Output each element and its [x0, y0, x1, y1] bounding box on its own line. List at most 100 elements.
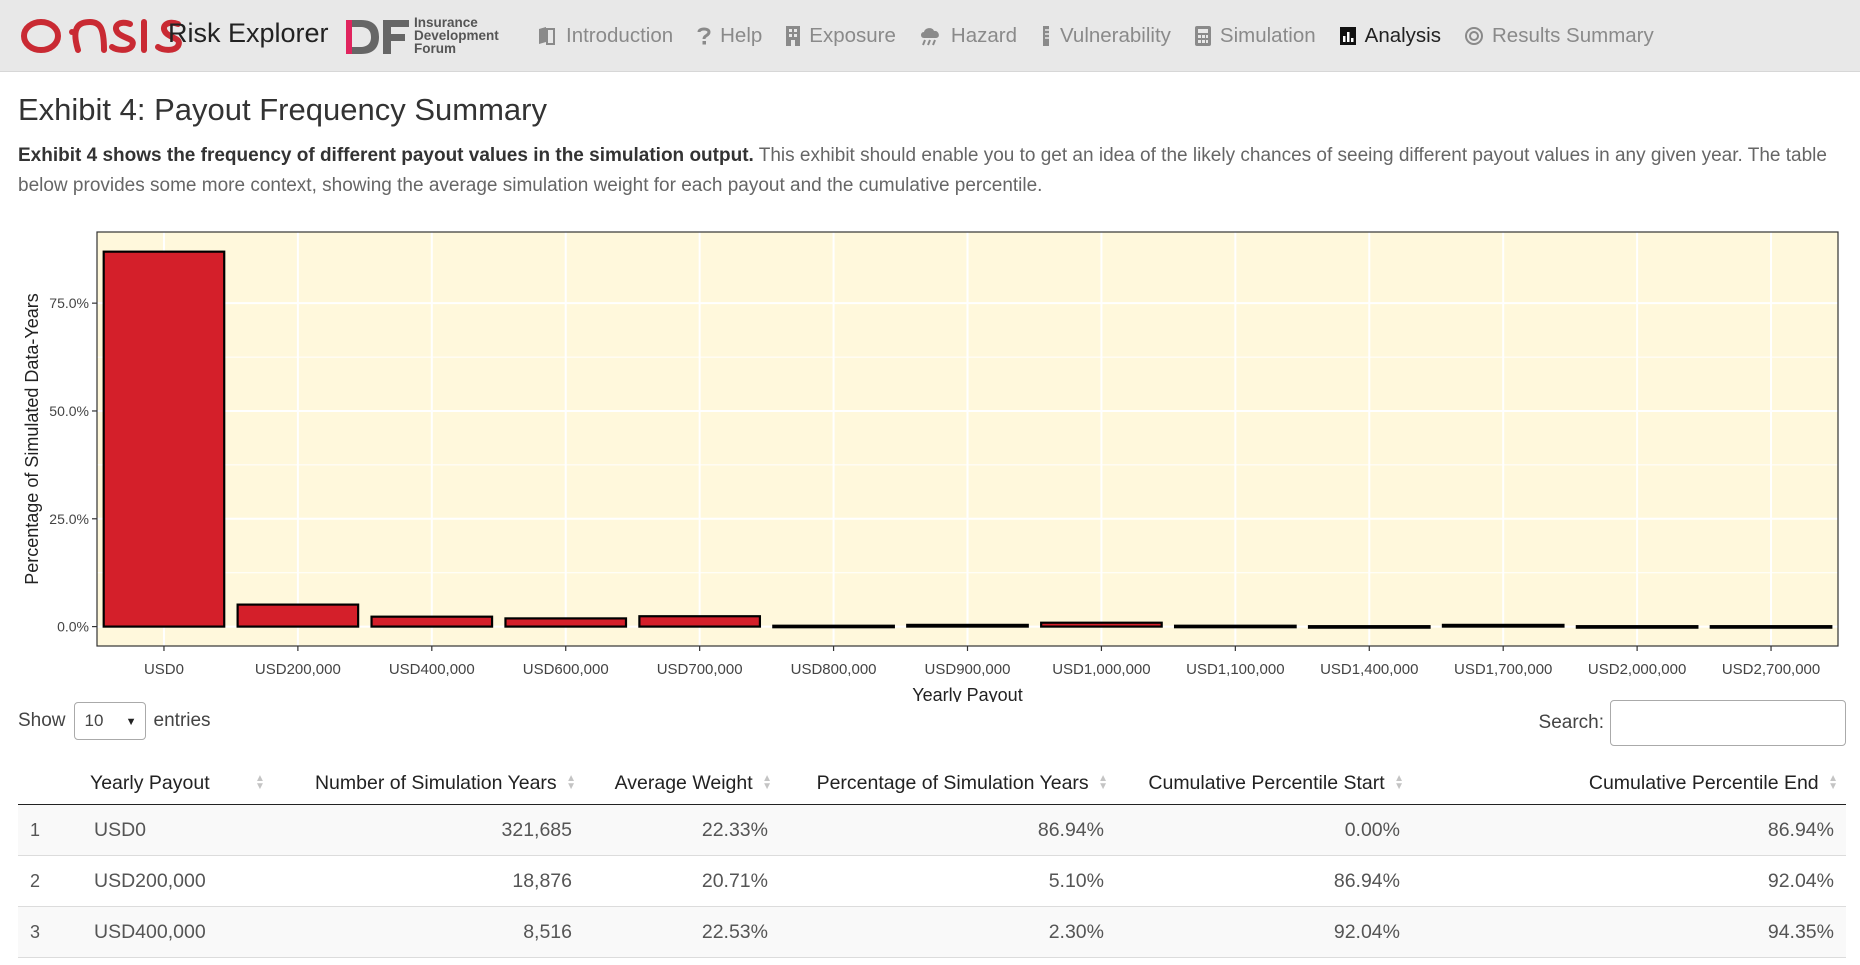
bar-usd600-000 [504, 617, 628, 628]
navbar: Risk Explorer Insurance Development Foru… [0, 0, 1860, 72]
x-tick-label: USD1,700,000 [1454, 661, 1552, 678]
cell-percentile-start: 86.94% [1116, 855, 1412, 907]
y-axis-title: Percentage of Simulated Data-Years [22, 293, 42, 585]
show-entries-control: Show 10 ▼ entries [18, 702, 211, 740]
header-percentile-end[interactable]: Cumulative Percentile End ▲ ▼ [1412, 762, 1846, 805]
bar-usd200-000 [236, 603, 360, 628]
x-tick-label: USD800,000 [791, 661, 877, 678]
x-tick-label: USD1,000,000 [1052, 661, 1150, 678]
nav-vulnerability[interactable]: Vulnerability [1040, 24, 1171, 48]
cell-average-weight: 22.53% [584, 906, 780, 958]
header-average-weight[interactable]: Average Weight ▲ ▼ [584, 762, 780, 805]
sort-icon: ▲ ▼ [1394, 773, 1404, 793]
nav-label: Simulation [1219, 24, 1316, 47]
oasis-logo[interactable] [20, 14, 182, 58]
x-axis-title: Yearly Payout [912, 685, 1022, 702]
sort-icon: ▲ ▼ [1828, 773, 1838, 793]
cell-percentile-start: 92.04% [1116, 906, 1412, 958]
nav-label: Hazard [950, 24, 1017, 47]
nav-introduction[interactable]: Introduction [536, 24, 673, 48]
cell-percentile-end: 86.94% [1412, 804, 1846, 856]
nav-hazard[interactable]: Hazard [919, 24, 1017, 48]
x-tick-label: USD2,700,000 [1722, 661, 1820, 678]
payout-table: Yearly Payout ▲ ▼ Number of Simulation Ye… [18, 762, 1846, 958]
bar-usd1-100-000 [1173, 624, 1297, 629]
header-yearly-payout[interactable]: Yearly Payout ▲ ▼ [82, 762, 278, 805]
idf-text-line: Forum [414, 41, 456, 56]
sort-icon: ▲ ▼ [1098, 773, 1108, 793]
cell-simulation-years: 18,876 [278, 855, 584, 907]
header-label: Yearly Payout [90, 771, 210, 794]
building-icon [785, 25, 801, 47]
intro-paragraph: Exhibit 4 shows the frequency of differe… [18, 141, 1848, 201]
entries-label: entries [153, 710, 211, 731]
row-index: 2 [18, 855, 82, 907]
header-percentage-years[interactable]: Percentage of Simulation Years ▲ ▼ [780, 762, 1116, 805]
cell-percentile-end: 94.35% [1412, 906, 1846, 958]
table-row[interactable]: 3 USD400,000 8,516 22.53% 2.30% 92.04% 9… [18, 906, 1846, 958]
entries-length-select[interactable]: 10 ▼ [73, 702, 146, 740]
bar-usd1-000-000 [1040, 621, 1163, 628]
idf-logo-text: Insurance Development Forum [414, 16, 499, 56]
bullseye-icon [1464, 26, 1484, 46]
nav-label: Results Summary [1491, 24, 1654, 47]
x-tick-label: USD200,000 [255, 661, 341, 678]
header-label: Cumulative Percentile End [1588, 771, 1819, 794]
nav-label: Help [720, 24, 763, 47]
question-icon [696, 25, 712, 47]
bar-usd700-000 [638, 615, 762, 628]
header-simulation-years[interactable]: Number of Simulation Years ▲ ▼ [278, 762, 584, 805]
storm-cloud-icon [919, 25, 943, 47]
x-tick-label: USD600,000 [523, 661, 609, 678]
nav-analysis[interactable]: Analysis [1339, 24, 1441, 48]
table-row[interactable]: 1 USD0 321,685 22.33% 86.94% 0.00% 86.94… [18, 804, 1846, 856]
x-tick-label: USD2,000,000 [1588, 661, 1686, 678]
cell-percentage-years: 5.10% [780, 855, 1116, 907]
x-tick-label: USD900,000 [925, 661, 1011, 678]
bar-chart-icon [1339, 26, 1357, 46]
header-percentile-start[interactable]: Cumulative Percentile Start ▲ ▼ [1116, 762, 1412, 805]
x-tick-label: USD400,000 [389, 661, 475, 678]
cell-average-weight: 22.33% [584, 804, 780, 856]
cell-simulation-years: 8,516 [278, 906, 584, 958]
y-tick-label: 0.0% [57, 619, 89, 635]
nav-exposure[interactable]: Exposure [785, 24, 896, 48]
length-value: 10 [84, 711, 104, 730]
nav-results-summary[interactable]: Results Summary [1464, 24, 1654, 48]
bar-usd800-000 [772, 624, 895, 629]
bar-usd400-000 [370, 615, 494, 628]
nav-label: Introduction [566, 24, 674, 47]
bar-usd1-400-000 [1307, 625, 1431, 629]
x-tick-label: USD0 [144, 661, 184, 678]
calculator-icon [1194, 25, 1212, 47]
bar-usd2-000-000 [1575, 625, 1699, 629]
book-icon [536, 25, 558, 47]
index-header [18, 762, 82, 805]
cell-percentage-years: 2.30% [780, 906, 1116, 958]
header-label: Number of Simulation Years [314, 771, 557, 794]
search-label: Search: [1538, 712, 1604, 733]
payout-frequency-chart: 0.0% 25.0% 50.0% 75.0% USD0 USD200,000 USD400,… [22, 231, 1839, 702]
cell-yearly-payout: USD0 [82, 804, 278, 856]
cell-yearly-payout: USD400,000 [82, 906, 278, 958]
row-index: 1 [18, 804, 82, 856]
y-tick-label: 25.0% [49, 511, 89, 527]
oasis-logo-mark [21, 18, 182, 53]
nav-label: Exposure [809, 24, 896, 47]
main-nav: Introduction Help Exposure Hazard Vulner… [536, 0, 1677, 72]
nav-label: Vulnerability [1060, 24, 1171, 47]
cell-percentile-end: 92.04% [1412, 855, 1846, 907]
page-title: Exhibit 4: Payout Frequency Summary [18, 92, 547, 127]
nav-simulation[interactable]: Simulation [1194, 24, 1316, 48]
table-row[interactable]: 2 USD200,000 18,876 20.71% 5.10% 86.94% … [18, 855, 1846, 907]
x-tick-label: USD700,000 [657, 661, 743, 678]
search-input[interactable] [1610, 700, 1846, 746]
thermometer-icon [1040, 25, 1052, 47]
intro-bold-text: Exhibit 4 shows the frequency of differe… [18, 145, 754, 166]
nav-help[interactable]: Help [696, 24, 762, 48]
cell-simulation-years: 321,685 [278, 804, 584, 856]
app-title[interactable]: Risk Explorer [168, 18, 329, 49]
sort-icon: ▲ ▼ [566, 773, 576, 793]
cell-percentage-years: 86.94% [780, 804, 1116, 856]
y-tick-label: 50.0% [49, 403, 89, 419]
